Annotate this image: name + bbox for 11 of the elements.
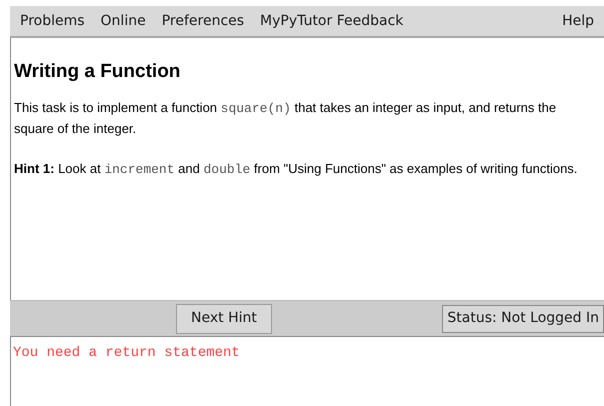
- description-text: Hint 1: Look at increment and double from "Using Functions" as examples of writing functions.: [14, 160, 578, 179]
- menu-item[interactable]: Preferences: [160, 10, 246, 32]
- next-hint-button[interactable]: Next Hint: [176, 304, 272, 334]
- menu-item[interactable]: Help: [560, 10, 596, 32]
- error-message: You need a return statement: [13, 345, 240, 361]
- menu-item[interactable]: Online: [98, 10, 148, 32]
- problem-title: Writing a Function: [14, 62, 182, 82]
- menu-item[interactable]: Problems: [18, 10, 87, 32]
- menu-item[interactable]: MyPyTutor Feedback: [258, 10, 406, 32]
- status-label: Status: Not Logged In: [442, 304, 604, 332]
- description-text: This task is to implement a function square(n) that takes an integer as input, and returns the square of the integer.: [14, 99, 558, 138]
